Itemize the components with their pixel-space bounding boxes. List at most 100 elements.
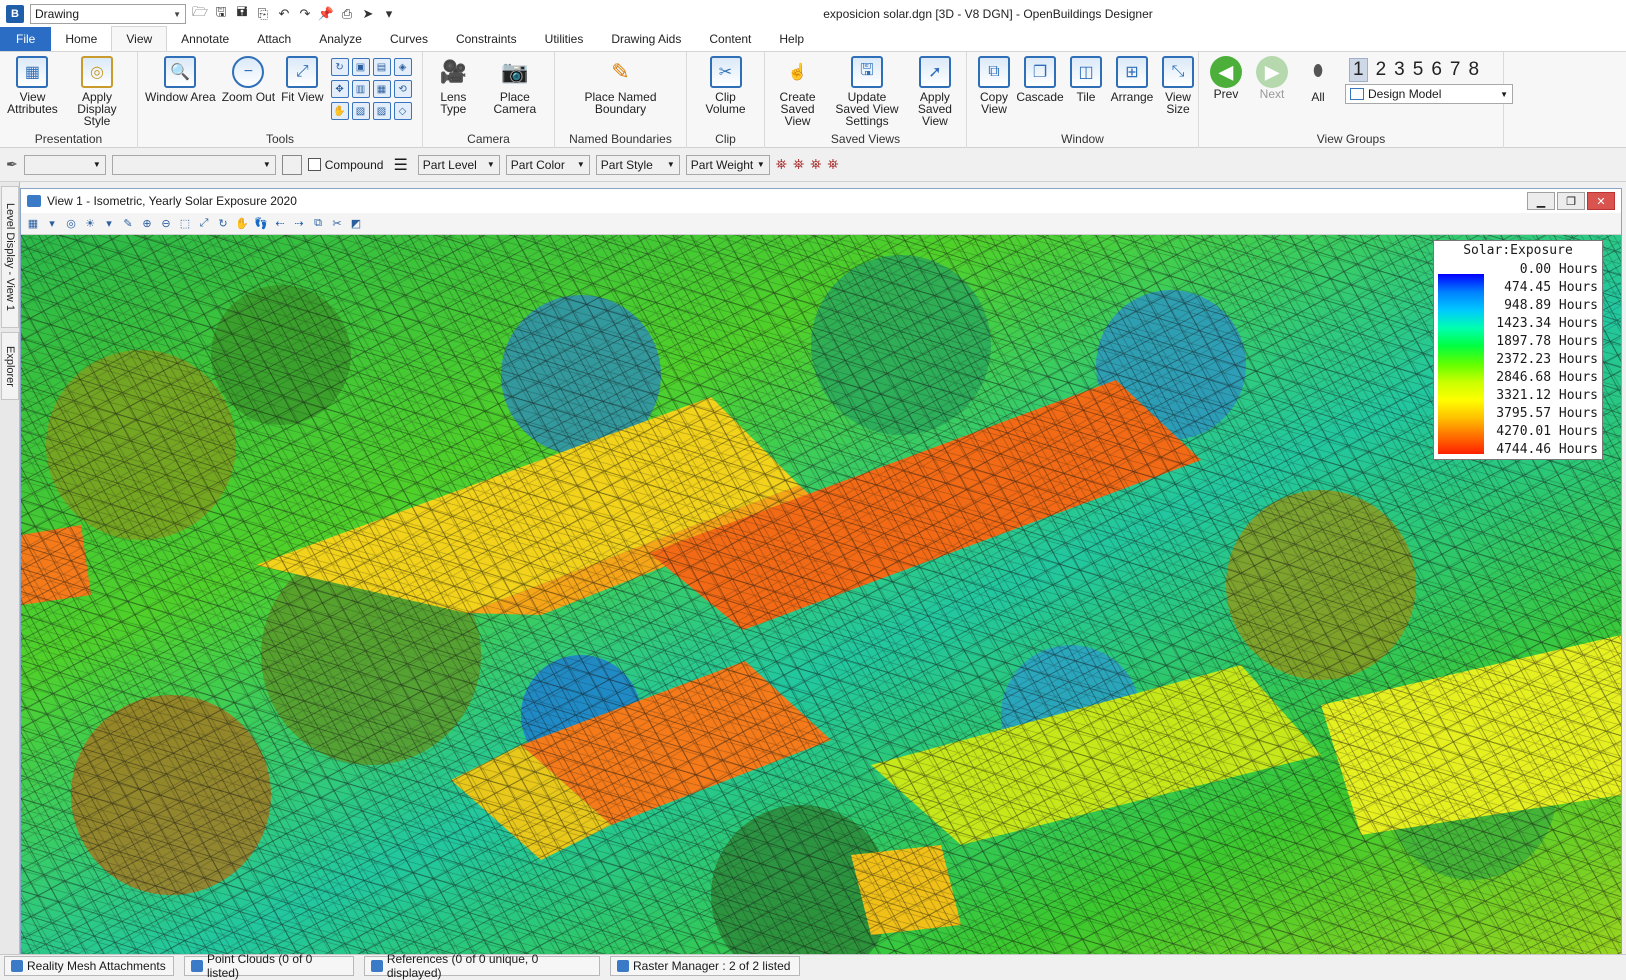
tab-analyze[interactable]: Analyze	[305, 27, 376, 51]
line-weight-icon[interactable]: ☰	[393, 155, 407, 175]
tab-view[interactable]: View	[111, 26, 168, 51]
sun-tool-3-icon[interactable]: ⛯	[810, 156, 821, 173]
tab-content[interactable]: Content	[695, 27, 765, 51]
view-number-7[interactable]: 7	[1450, 59, 1461, 81]
create-saved-view-button[interactable]: ☝ Create Saved View	[772, 56, 823, 127]
view-number-6[interactable]: 6	[1431, 59, 1442, 81]
cube-top-icon[interactable]: ▣	[351, 58, 370, 76]
restore-icon[interactable]: ❐	[1557, 192, 1585, 210]
workflow-combo[interactable]: Drawing ▼	[30, 4, 186, 24]
fit-view-button[interactable]: ⤢ Fit View	[281, 56, 324, 103]
cascade-button[interactable]: ❐ Cascade	[1016, 56, 1064, 103]
select-cursor-icon[interactable]: ➤	[360, 6, 376, 22]
clip-volume-button[interactable]: ✂ Clip Volume	[694, 56, 757, 115]
tab-help[interactable]: Help	[765, 27, 818, 51]
rotate-view-icon[interactable]: ↻	[330, 58, 349, 76]
next-button[interactable]: ▶ Next	[1252, 56, 1292, 100]
hand-icon[interactable]: ✋	[330, 102, 349, 120]
model-combo[interactable]: Design Model ▼	[1345, 84, 1513, 104]
view-toggle-icon[interactable]: ◈	[393, 58, 412, 76]
sun-tool-1-icon[interactable]: ⛯	[776, 156, 787, 173]
point-clouds-tab[interactable]: Point Clouds (0 of 0 listed)	[184, 952, 354, 980]
view-sync-icon[interactable]: ⟲	[393, 80, 412, 98]
reality-mesh-tab[interactable]: Reality Mesh Attachments	[4, 955, 174, 976]
compress-icon[interactable]: ⎘	[255, 6, 271, 22]
sun-tool-2-icon[interactable]: ⛯	[793, 156, 804, 173]
view-number-5[interactable]: 5	[1413, 59, 1424, 81]
zoom-out-button[interactable]: − Zoom Out	[222, 56, 275, 103]
clip-volume-icon[interactable]: ✂	[329, 216, 345, 232]
part-level-combo[interactable]: Part Level ▼	[417, 154, 500, 175]
sun-icon[interactable]: ☀	[82, 216, 98, 232]
tab-utilities[interactable]: Utilities	[531, 27, 598, 51]
sun-tool-4-icon[interactable]: ⛯	[827, 156, 838, 173]
view-size-button[interactable]: ⤡ View Size	[1158, 56, 1198, 115]
customize-qat-icon[interactable]: ▾	[381, 6, 397, 22]
fit-view-icon[interactable]: ⤢	[196, 216, 212, 232]
references-tab[interactable]: References (0 of 0 unique, 0 displayed)	[364, 952, 600, 980]
pan-icon[interactable]: ✥	[330, 80, 349, 98]
view-canvas[interactable]: Solar:Exposure 0.00 Hours 474.45 Hours 9…	[21, 235, 1621, 960]
apply-display-style-button[interactable]: ◎ Apply Display Style	[64, 56, 130, 127]
save-settings-icon[interactable]: 🖬	[234, 4, 250, 22]
part-color-combo[interactable]: Part Color ▼	[505, 154, 590, 175]
explorer-tab[interactable]: Explorer	[1, 332, 19, 400]
view-attributes-button[interactable]: ▦ View Attributes	[7, 56, 58, 115]
zoom-out-icon[interactable]: ⊖	[158, 216, 174, 232]
close-icon[interactable]: ✕	[1587, 192, 1615, 210]
cube-right-icon[interactable]: ▦	[372, 80, 391, 98]
tab-home[interactable]: Home	[51, 27, 111, 51]
style-combo[interactable]: ▼	[111, 154, 276, 175]
undo-icon[interactable]: ↶	[276, 6, 292, 22]
prev-button[interactable]: ◀ Prev	[1206, 56, 1246, 100]
view-attributes-small-icon[interactable]: ▦	[25, 216, 41, 232]
eyedropper-icon[interactable]: ✒	[6, 156, 18, 173]
walk-icon[interactable]: 👣	[253, 216, 269, 232]
zoom-in-icon[interactable]: ⊕	[139, 216, 155, 232]
tab-curves[interactable]: Curves	[376, 27, 442, 51]
copy-view-button[interactable]: ⧉ Copy View	[974, 56, 1014, 115]
update-view-icon[interactable]: ✎	[120, 216, 136, 232]
part-style-combo[interactable]: Part Style ▼	[595, 154, 680, 175]
apply-saved-view-button[interactable]: ➚ Apply Saved View	[911, 56, 959, 127]
tab-constraints[interactable]: Constraints	[442, 27, 531, 51]
raster-manager-tab[interactable]: Raster Manager : 2 of 2 listed	[610, 955, 800, 976]
copy-view-icon[interactable]: ⧉	[310, 216, 326, 232]
save-icon[interactable]: 🖫	[213, 4, 229, 22]
place-camera-button[interactable]: 📷 Place Camera	[483, 56, 547, 115]
window-area-button[interactable]: 🔍 Window Area	[145, 56, 216, 103]
minimize-icon[interactable]: ▁	[1527, 192, 1555, 210]
cube-bottom-icon[interactable]: ▨	[372, 102, 391, 120]
open-folder-icon[interactable]: 🗁	[192, 4, 208, 22]
update-saved-view-button[interactable]: 🖫 Update Saved View Settings	[829, 56, 905, 127]
all-button[interactable]: ⬮ All	[1298, 56, 1338, 103]
tab-file[interactable]: File	[0, 27, 52, 51]
view-number-2[interactable]: 2	[1376, 59, 1387, 81]
pan-view-icon[interactable]: ✋	[234, 216, 250, 232]
view-previous-icon[interactable]: ⇠	[272, 216, 288, 232]
dropdown-arrow-icon[interactable]: ▾	[44, 216, 60, 232]
lens-type-button[interactable]: 🎥 Lens Type	[430, 56, 477, 115]
part-weight-combo[interactable]: Part Weight ▼	[685, 154, 770, 175]
print-icon[interactable]: ⎙	[339, 6, 355, 22]
display-style-small-icon[interactable]: ◎	[63, 216, 79, 232]
cube-iso-icon[interactable]: ▧	[351, 102, 370, 120]
tab-annotate[interactable]: Annotate	[167, 27, 243, 51]
level-combo[interactable]: ▼	[23, 154, 106, 175]
tile-button[interactable]: ◫ Tile	[1066, 56, 1106, 103]
clip-mask-icon[interactable]: ◩	[348, 216, 364, 232]
cube-front-icon[interactable]: ▤	[372, 58, 391, 76]
window-area-icon[interactable]: ⬚	[177, 216, 193, 232]
level-display-tab[interactable]: Level Display - View 1	[1, 186, 19, 328]
cube-left-icon[interactable]: ▥	[351, 80, 370, 98]
app-icon[interactable]: B	[6, 5, 24, 23]
view-number-3[interactable]: 3	[1394, 59, 1405, 81]
tab-drawing-aids[interactable]: Drawing Aids	[597, 27, 695, 51]
compound-checkbox[interactable]: Compound	[307, 158, 383, 172]
dropdown-arrow-icon[interactable]: ▾	[101, 216, 117, 232]
view-number-1[interactable]: 1	[1349, 58, 1368, 82]
template-icon[interactable]	[281, 154, 302, 175]
arrange-button[interactable]: ⊞ Arrange	[1111, 56, 1153, 103]
pin-icon[interactable]: 📌	[318, 6, 334, 22]
place-named-boundary-button[interactable]: ✎ Place Named Boundary	[562, 56, 679, 115]
